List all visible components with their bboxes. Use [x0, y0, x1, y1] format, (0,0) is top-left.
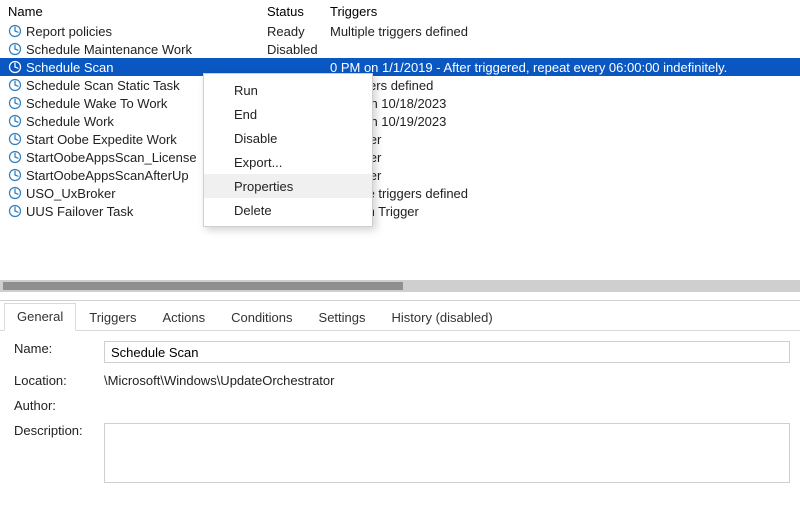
- tab-actions[interactable]: Actions: [149, 304, 218, 331]
- properties-tab-strip: GeneralTriggersActionsConditionsSettings…: [0, 301, 800, 331]
- context-menu-item-export[interactable]: Export...: [204, 150, 372, 174]
- clock-icon: [8, 78, 22, 92]
- task-name-text: Schedule Scan: [26, 60, 113, 75]
- horizontal-scrollbar-thumb[interactable]: [3, 282, 403, 290]
- task-status-cell: Ready: [267, 24, 330, 39]
- task-name-text: Start Oobe Expedite Work: [26, 132, 177, 147]
- task-row[interactable]: Schedule Wake To Work 5 AM on 10/18/2023: [0, 94, 800, 112]
- clock-icon: [8, 60, 22, 74]
- prop-name-input[interactable]: [104, 341, 790, 363]
- task-row[interactable]: Schedule Scan Static Task le triggers def…: [0, 76, 800, 94]
- task-list: Name Status Triggers Report policies Read…: [0, 0, 800, 220]
- task-name-text: StartOobeAppsScan_License: [26, 150, 197, 165]
- task-properties-panel: GeneralTriggersActionsConditionsSettings…: [0, 300, 800, 505]
- task-name-text: UUS Failover Task: [26, 204, 133, 219]
- task-name-text: Schedule Scan Static Task: [26, 78, 180, 93]
- task-row[interactable]: StartOobeAppsScan_License n Trigger: [0, 148, 800, 166]
- task-triggers-cell: 0 PM on 1/1/2019 - After triggered, repe…: [330, 60, 800, 75]
- clock-icon: [8, 150, 22, 164]
- properties-general-tab-body: Name: Location: \Microsoft\Windows\Updat…: [0, 331, 800, 483]
- prop-author-label: Author:: [14, 398, 104, 413]
- clock-icon: [8, 132, 22, 146]
- task-row[interactable]: Start Oobe Expedite Work n Trigger: [0, 130, 800, 148]
- clock-icon: [8, 204, 22, 218]
- task-triggers-cell: n Trigger: [330, 132, 800, 147]
- clock-icon: [8, 42, 22, 56]
- task-name-text: Schedule Wake To Work: [26, 96, 167, 111]
- task-name-text: Schedule Maintenance Work: [26, 42, 192, 57]
- task-row[interactable]: UUS Failover TaskReadyCustom Trigger: [0, 202, 800, 220]
- task-row[interactable]: Report policies ReadyMultiple triggers de…: [0, 22, 800, 40]
- context-menu-item-run[interactable]: Run: [204, 78, 372, 102]
- task-row[interactable]: Schedule Scan 0 PM on 1/1/2019 - After tr…: [0, 58, 800, 76]
- prop-author-value: [104, 398, 790, 413]
- horizontal-scrollbar[interactable]: [0, 280, 800, 292]
- context-menu-item-delete[interactable]: Delete: [204, 198, 372, 222]
- task-row[interactable]: Schedule Work 2 AM on 10/19/2023: [0, 112, 800, 130]
- prop-name-label: Name:: [14, 341, 104, 363]
- task-status-cell: Disabled: [267, 42, 330, 57]
- prop-location-value: \Microsoft\Windows\UpdateOrchestrator: [104, 373, 790, 388]
- clock-icon: [8, 114, 22, 128]
- task-name-cell: Schedule Maintenance Work: [8, 42, 267, 57]
- tab-settings[interactable]: Settings: [306, 304, 379, 331]
- context-menu: RunEndDisableExport...PropertiesDelete: [203, 73, 373, 227]
- context-menu-item-properties[interactable]: Properties: [204, 174, 372, 198]
- task-row[interactable]: Schedule Maintenance Work Disabled: [0, 40, 800, 58]
- task-triggers-cell: 2 AM on 10/19/2023: [330, 114, 800, 129]
- task-triggers-cell: Custom Trigger: [330, 204, 800, 219]
- tab-history-disabled[interactable]: History (disabled): [379, 304, 506, 331]
- clock-icon: [8, 96, 22, 110]
- clock-icon: [8, 168, 22, 182]
- context-menu-item-disable[interactable]: Disable: [204, 126, 372, 150]
- task-row[interactable]: StartOobeAppsScanAfterUp n Trigger: [0, 166, 800, 184]
- prop-description-box[interactable]: [104, 423, 790, 483]
- task-row[interactable]: USO_UxBrokerReadyMultiple triggers defin…: [0, 184, 800, 202]
- task-triggers-cell: n Trigger: [330, 150, 800, 165]
- task-triggers-cell: n Trigger: [330, 168, 800, 183]
- task-triggers-cell: 5 AM on 10/18/2023: [330, 96, 800, 111]
- context-menu-item-end[interactable]: End: [204, 102, 372, 126]
- clock-icon: [8, 186, 22, 200]
- task-name-text: USO_UxBroker: [26, 186, 116, 201]
- tab-conditions[interactable]: Conditions: [218, 304, 305, 331]
- prop-description-label: Description:: [14, 423, 104, 483]
- tab-general[interactable]: General: [4, 303, 76, 331]
- clock-icon: [8, 24, 22, 38]
- task-name-text: Report policies: [26, 24, 112, 39]
- column-header-name[interactable]: Name: [8, 4, 267, 19]
- task-name-cell: Report policies: [8, 24, 267, 39]
- task-name-text: Schedule Work: [26, 114, 114, 129]
- task-name-text: StartOobeAppsScanAfterUp: [26, 168, 189, 183]
- prop-location-label: Location:: [14, 373, 104, 388]
- task-list-header: Name Status Triggers: [0, 0, 800, 22]
- task-triggers-cell: le triggers defined: [330, 78, 800, 93]
- column-header-triggers[interactable]: Triggers: [330, 4, 800, 19]
- task-triggers-cell: Multiple triggers defined: [330, 186, 800, 201]
- column-header-status[interactable]: Status: [267, 4, 330, 19]
- tab-triggers[interactable]: Triggers: [76, 304, 149, 331]
- task-triggers-cell: Multiple triggers defined: [330, 24, 800, 39]
